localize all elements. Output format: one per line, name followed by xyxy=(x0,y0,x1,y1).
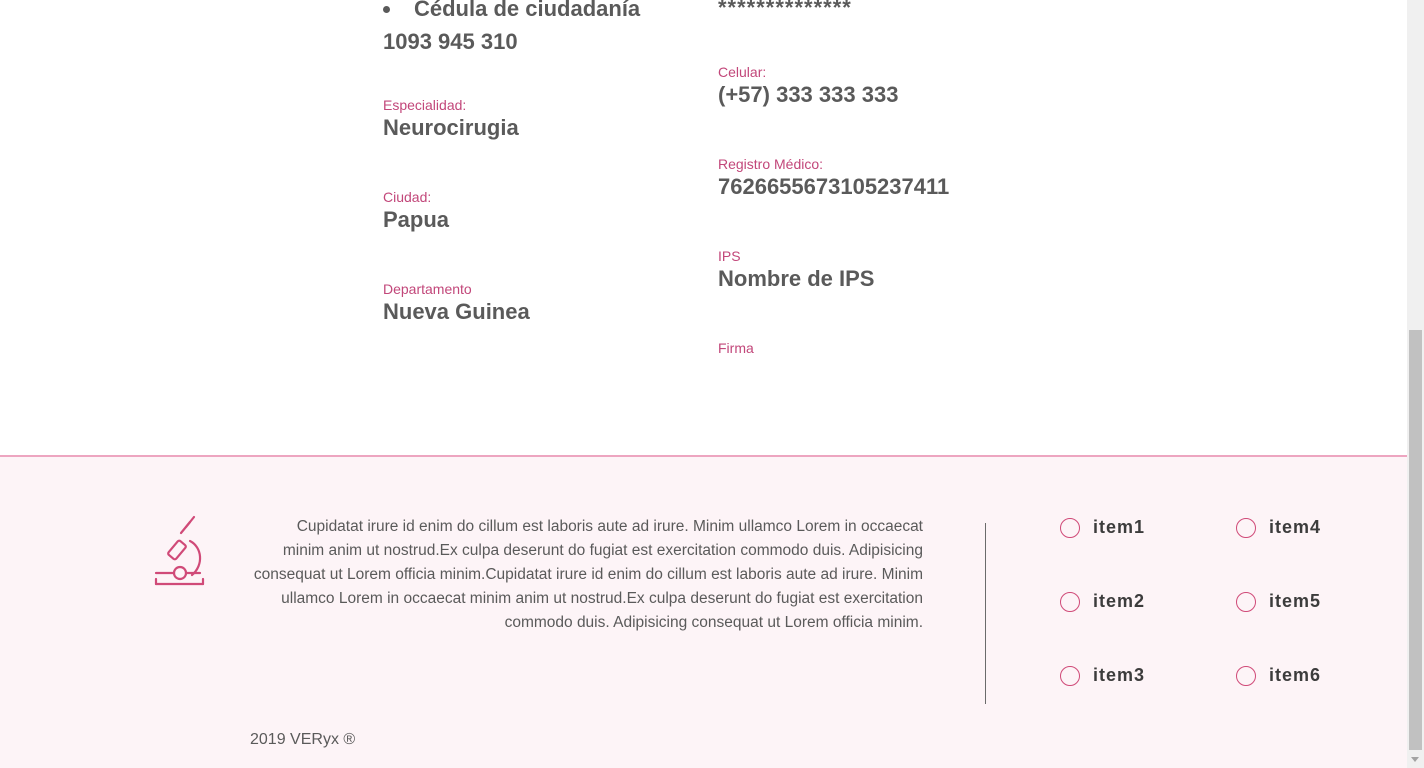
specialty-label: Especialidad: xyxy=(383,97,467,113)
circle-icon xyxy=(1060,517,1080,538)
specialty-value: Neurocirugia xyxy=(383,115,519,140)
menu-item-2[interactable]: item2 xyxy=(1060,591,1145,612)
footer: Cupidatat irure id enim do cillum est la… xyxy=(0,455,1407,768)
ips-value: Nombre de IPS xyxy=(718,266,875,291)
menu-item-3[interactable]: item3 xyxy=(1060,665,1145,686)
circle-icon xyxy=(1236,665,1256,686)
circle-icon xyxy=(1060,591,1080,612)
department-field: Departamento Nueva Guinea xyxy=(383,280,530,326)
phone-value: (+57) 333 333 333 xyxy=(718,82,899,107)
menu-item-6[interactable]: item6 xyxy=(1236,665,1321,686)
city-value: Papua xyxy=(383,207,450,232)
bullet-icon xyxy=(383,5,390,13)
menu-item-1[interactable]: item1 xyxy=(1060,517,1145,538)
scroll-down-arrow-icon[interactable] xyxy=(1411,757,1419,762)
menu-item-label: item3 xyxy=(1093,665,1146,685)
signature-label: Firma xyxy=(718,340,754,356)
ips-field: IPS Nombre de IPS xyxy=(718,247,874,293)
menu-item-5[interactable]: item5 xyxy=(1236,591,1321,612)
menu-item-label: item1 xyxy=(1093,517,1146,537)
password-mask: ************** xyxy=(718,0,852,20)
menu-item-label: item6 xyxy=(1269,665,1322,685)
copyright: 2019 VERyx ® xyxy=(250,731,356,748)
specialty-field: Especialidad: Neurocirugia xyxy=(383,96,519,142)
microscope-icon xyxy=(150,513,210,589)
vertical-scrollbar[interactable] xyxy=(1407,0,1424,768)
menu-item-label: item2 xyxy=(1093,591,1146,611)
menu-item-label: item4 xyxy=(1269,517,1322,537)
document-type: Cédula de ciudadanía xyxy=(414,0,641,21)
document-number-field: 1093 945 310 xyxy=(383,28,518,56)
registry-field: Registro Médico: 762665567310523741​1 xyxy=(718,155,949,201)
ips-label: IPS xyxy=(718,248,741,264)
registry-value: 762665567310523741​1 xyxy=(718,174,950,199)
registry-label: Registro Médico: xyxy=(718,156,824,172)
circle-icon xyxy=(1236,591,1256,612)
city-field: Ciudad: Papua xyxy=(383,188,449,234)
circle-icon xyxy=(1060,665,1080,686)
circle-icon xyxy=(1236,517,1256,538)
document-number: 1093 945 310 xyxy=(383,29,518,54)
phone-field: Celular: (+57) 333 333 333 xyxy=(718,63,898,109)
footer-description: Cupidatat irure id enim do cillum est la… xyxy=(253,518,923,631)
phone-label: Celular: xyxy=(718,64,767,80)
department-value: Nueva Guinea xyxy=(383,299,530,324)
menu-item-4[interactable]: item4 xyxy=(1236,517,1321,538)
city-label: Ciudad: xyxy=(383,189,432,205)
document-type-item: Cédula de ciudadanía xyxy=(383,0,640,23)
scrollbar-thumb[interactable] xyxy=(1409,330,1422,750)
department-label: Departamento xyxy=(383,281,472,297)
footer-divider xyxy=(985,523,986,704)
signature-field: Firma xyxy=(718,339,754,357)
profile-section: Cédula de ciudadanía 1093 945 310 Especi… xyxy=(0,0,1407,455)
menu-item-label: item5 xyxy=(1269,591,1322,611)
